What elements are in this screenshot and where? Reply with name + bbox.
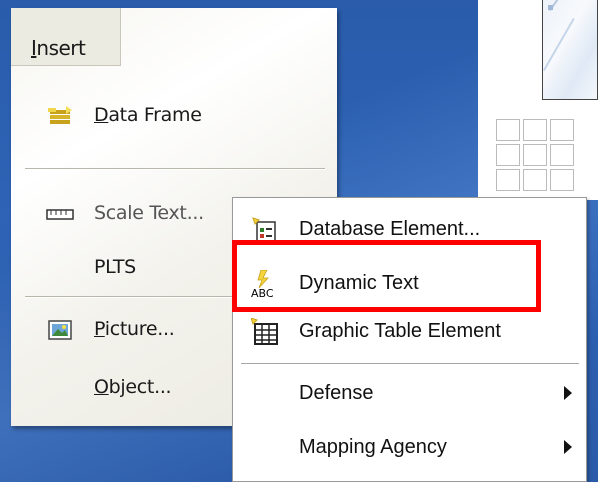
menu-separator — [25, 168, 325, 170]
insert-menu-header[interactable]: Insert — [11, 8, 121, 66]
defense-label: Defense — [299, 382, 374, 404]
menu-item-data-frame[interactable]: Data Frame — [11, 94, 337, 138]
map-feature-mark — [548, 5, 553, 10]
submenu-item-graphic-table-element[interactable]: Graphic Table Element — [233, 308, 586, 356]
table-cell — [496, 144, 520, 166]
label-rest: icture... — [104, 318, 175, 340]
scale-text-icon — [46, 209, 74, 220]
dynamic-text-label: Dynamic Text — [299, 272, 419, 294]
table-cell — [550, 144, 574, 166]
label-rest: bject... — [108, 376, 172, 398]
picture-label: Picture... — [94, 318, 175, 340]
data-frame-label: Data Frame — [94, 104, 202, 126]
table-cell — [550, 169, 574, 191]
map-feature-line — [549, 0, 586, 12]
database-element-icon — [252, 217, 276, 243]
plts-submenu: Database Element... ABC Dynamic Text Gra… — [232, 197, 587, 482]
dynamic-text-icon: ABC — [251, 270, 274, 298]
table-cell — [496, 169, 520, 191]
graphic-table-icon — [251, 318, 278, 345]
insert-menu-title: Insert — [31, 36, 86, 60]
map-data-frame — [542, 0, 598, 100]
mnemonic-p: P — [94, 318, 105, 340]
submenu-arrow-icon — [564, 440, 572, 454]
submenu-item-database-element[interactable]: Database Element... — [233, 206, 586, 254]
mapping-agency-label: Mapping Agency — [299, 436, 447, 458]
scale-text-label: Scale Text... — [94, 202, 204, 224]
svg-text:ABC: ABC — [251, 287, 274, 298]
submenu-separator — [241, 363, 579, 364]
mnemonic-d: D — [94, 104, 109, 126]
data-frame-icon — [48, 106, 72, 124]
map-feature-line — [543, 18, 575, 71]
table-cell — [523, 119, 547, 141]
graphic-table-preview — [496, 119, 574, 191]
table-cell — [523, 144, 547, 166]
mnemonic-o: O — [94, 376, 109, 398]
submenu-item-defense[interactable]: Defense — [233, 370, 586, 418]
insert-rest: nsert — [36, 36, 86, 60]
submenu-item-mapping-agency[interactable]: Mapping Agency — [233, 424, 586, 472]
table-cell — [523, 169, 547, 191]
graphic-table-element-label: Graphic Table Element — [299, 320, 501, 342]
object-label: Object... — [94, 376, 172, 398]
submenu-item-dynamic-text[interactable]: ABC Dynamic Text — [233, 260, 586, 308]
submenu-arrow-icon — [564, 386, 572, 400]
label-rest: ata Frame — [108, 104, 202, 126]
plts-label: PLTS — [94, 256, 136, 278]
table-cell — [496, 119, 520, 141]
table-cell — [550, 119, 574, 141]
picture-icon — [48, 320, 72, 340]
database-element-label: Database Element... — [299, 218, 481, 240]
